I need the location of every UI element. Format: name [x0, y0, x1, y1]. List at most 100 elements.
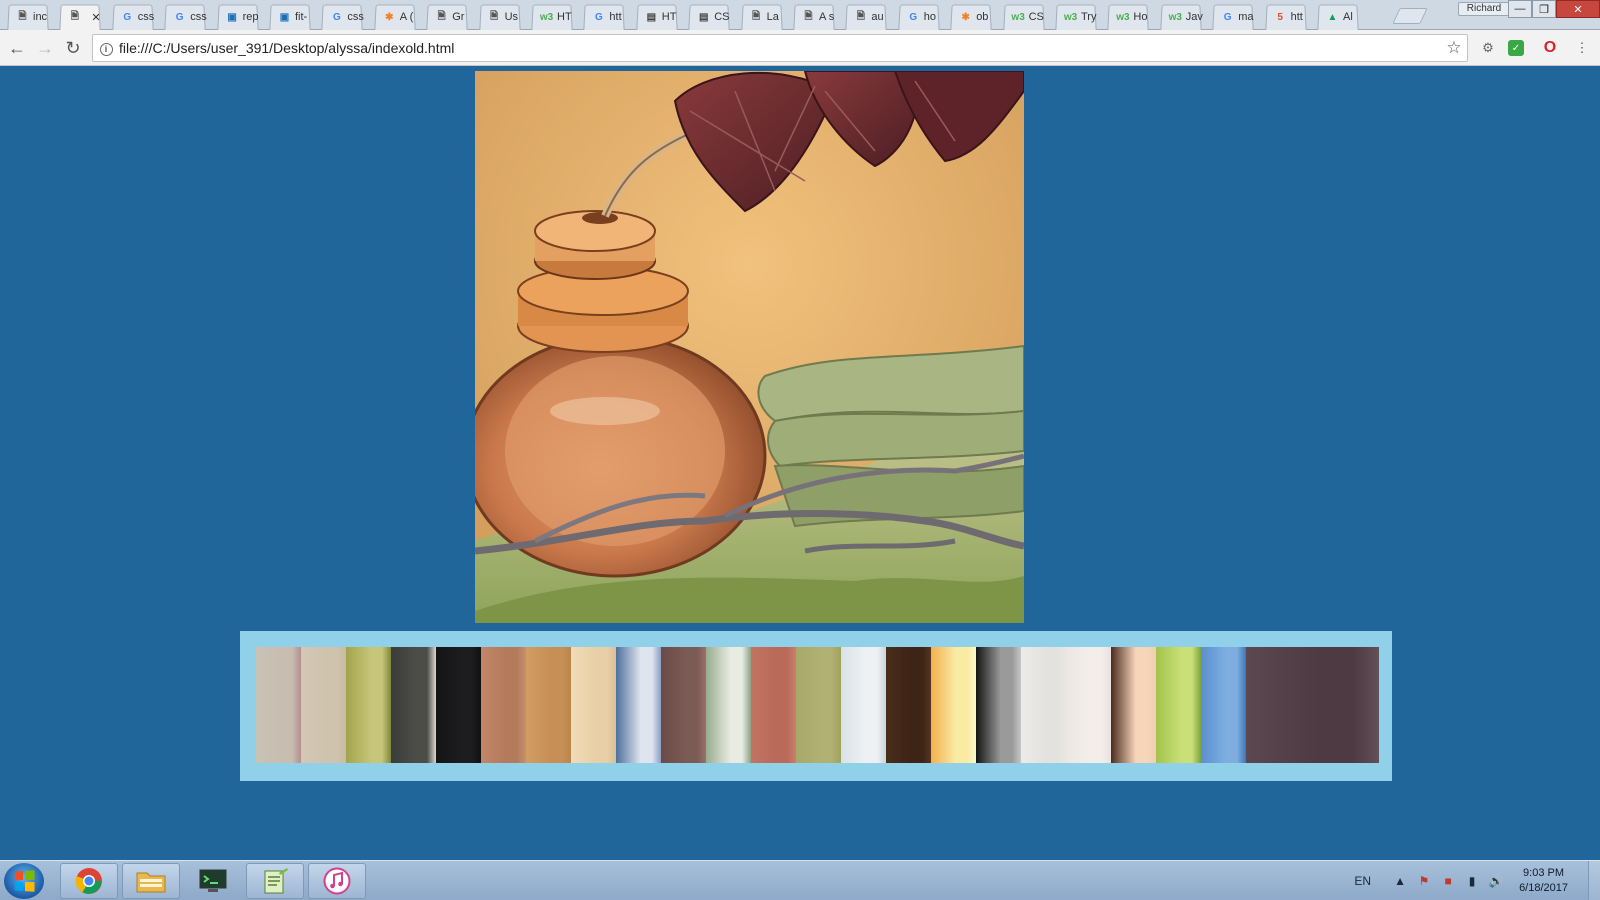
volume-icon[interactable]: 🔊	[1487, 874, 1505, 888]
browser-toolbar: ← → ↻ i file:///C:/Users/user_391/Deskto…	[0, 30, 1600, 66]
browser-tab[interactable]: w3 Jav	[1157, 4, 1205, 30]
browser-tab[interactable]: 🗎 La	[738, 4, 786, 30]
bookmark-star-icon[interactable]: ☆	[1441, 38, 1467, 58]
tab-label: HT	[557, 11, 572, 23]
painting-artwork	[475, 71, 1024, 623]
color-swatch	[841, 647, 886, 763]
action-center-flag-icon[interactable]: ⚑	[1415, 874, 1433, 888]
network-icon[interactable]: ▮	[1463, 874, 1481, 888]
color-swatch	[481, 647, 526, 763]
tab-label: css	[190, 11, 207, 23]
tab-label: au	[871, 11, 884, 23]
tab-strip: Richard — ❐ ✕ 🗎 inc 🗎 ✕ Gcss Gcss ▣ rep ▣ fit- Gcs…	[0, 0, 1600, 30]
color-swatch	[976, 647, 1021, 763]
taskbar: EN ▲ ⚑ ■ ▮ 🔊 9:03 PM 6/18/2017	[0, 860, 1600, 900]
language-indicator[interactable]: EN	[1354, 874, 1371, 888]
show-desktop-button[interactable]	[1588, 861, 1600, 900]
tab-label: A (	[399, 11, 414, 23]
google-icon: G	[175, 11, 184, 23]
browser-tab[interactable]: w3 Ho	[1104, 4, 1152, 30]
browser-tab[interactable]: w3 HT	[528, 4, 576, 30]
browser-tab[interactable]: 🗎 Gr	[423, 4, 471, 30]
browser-tab[interactable]: Gma	[1209, 4, 1257, 30]
color-swatch	[1111, 647, 1156, 763]
browser-tab[interactable]: ▤ HT	[633, 4, 681, 30]
restore-button[interactable]: ❐	[1532, 0, 1556, 18]
chrome-icon	[75, 868, 102, 894]
asterisk-icon: ✱	[385, 11, 394, 23]
w3schools-icon: w3	[1063, 11, 1078, 23]
evernote-extension-icon[interactable]: ✓	[1508, 40, 1524, 56]
w3schools-icon: w3	[539, 11, 554, 23]
browser-tab[interactable]: 5 htt	[1262, 4, 1310, 30]
painting-image	[475, 71, 1024, 623]
taskbar-file-explorer[interactable]	[122, 863, 180, 899]
browser-tab[interactable]: ✱ ob	[947, 4, 995, 30]
tab-label: Al	[1343, 11, 1353, 23]
doc-icon: ▤	[698, 11, 709, 23]
notepad-icon	[264, 868, 288, 894]
google-icon: G	[909, 11, 918, 23]
minimize-button[interactable]: —	[1508, 0, 1532, 18]
browser-tab[interactable]: w3 CS	[1000, 4, 1048, 30]
tab-label: fit-	[295, 11, 308, 23]
info-icon[interactable]: i	[93, 41, 119, 56]
color-swatch	[796, 647, 841, 763]
clock-time: 9:03 PM	[1523, 867, 1565, 879]
address-bar[interactable]: i file:///C:/Users/user_391/Desktop/alys…	[92, 34, 1468, 62]
browser-tab[interactable]: Gcss	[161, 4, 209, 30]
browser-tab[interactable]: 🗎 Us	[476, 4, 524, 30]
browser-tab[interactable]: Gcss	[318, 4, 366, 30]
opera-extension-icon[interactable]: O	[1540, 38, 1560, 58]
browser-tab[interactable]: Gho	[895, 4, 943, 30]
security-icon[interactable]: ■	[1439, 874, 1457, 888]
taskbar-chrome[interactable]	[60, 863, 118, 899]
page-icon: 🗎	[804, 10, 813, 22]
color-swatch	[256, 647, 301, 763]
google-icon: G	[123, 11, 132, 23]
browser-tab[interactable]: ▣ rep	[214, 4, 262, 30]
back-button[interactable]: ←	[6, 37, 28, 59]
page-icon: 🗎	[70, 10, 79, 22]
clock[interactable]: 9:03 PM 6/18/2017	[1519, 866, 1568, 896]
browser-tab[interactable]: w3 Try	[1052, 4, 1100, 30]
clock-date: 6/18/2017	[1519, 882, 1568, 894]
browser-tab[interactable]: Ghtt	[580, 4, 628, 30]
url-text[interactable]: file:///C:/Users/user_391/Desktop/alyssa…	[119, 40, 1441, 56]
color-swatch	[1156, 647, 1201, 763]
browser-tab[interactable]: 🗎 A s	[790, 4, 838, 30]
close-tab-icon[interactable]: ✕	[91, 11, 100, 24]
swatch-strip	[256, 647, 1379, 763]
start-button[interactable]	[4, 863, 44, 899]
taskbar-terminal[interactable]	[184, 863, 242, 899]
browser-tab[interactable]: 🗎 ✕	[56, 4, 104, 30]
reload-button[interactable]: ↻	[62, 37, 84, 59]
browser-tab[interactable]: 🗎 au	[842, 4, 890, 30]
new-tab-button[interactable]	[1392, 8, 1428, 24]
browser-tab[interactable]: ▣ fit-	[266, 4, 314, 30]
browser-tab[interactable]: 🗎 inc	[4, 4, 52, 30]
browser-tab[interactable]: ▲ Al	[1314, 4, 1362, 30]
extension-icon[interactable]: ⚙	[1478, 38, 1498, 58]
arrow-right-icon: →	[36, 37, 54, 58]
close-window-button[interactable]: ✕	[1556, 0, 1600, 18]
browser-tab[interactable]: Gcss	[109, 4, 157, 30]
page-icon: 🗎	[18, 10, 27, 22]
browser-tab[interactable]: ▤ CS	[685, 4, 733, 30]
itunes-icon	[323, 867, 351, 895]
color-swatch	[1021, 647, 1066, 763]
tab-label: CS	[1028, 11, 1044, 23]
tab-label: css	[347, 11, 364, 23]
taskbar-itunes[interactable]	[308, 863, 366, 899]
profile-button[interactable]: Richard	[1458, 2, 1510, 16]
color-swatch	[661, 647, 706, 763]
color-swatch	[1246, 647, 1379, 763]
window-controls: — ❐ ✕	[1508, 0, 1600, 18]
color-swatch	[1201, 647, 1246, 763]
menu-icon[interactable]: ⋮	[1572, 38, 1592, 58]
browser-tab[interactable]: ✱ A (	[371, 4, 419, 30]
color-swatch	[571, 647, 616, 763]
show-hidden-icons-icon[interactable]: ▲	[1391, 874, 1409, 888]
taskbar-notepad-plus[interactable]	[246, 863, 304, 899]
forward-button[interactable]: →	[34, 37, 56, 59]
